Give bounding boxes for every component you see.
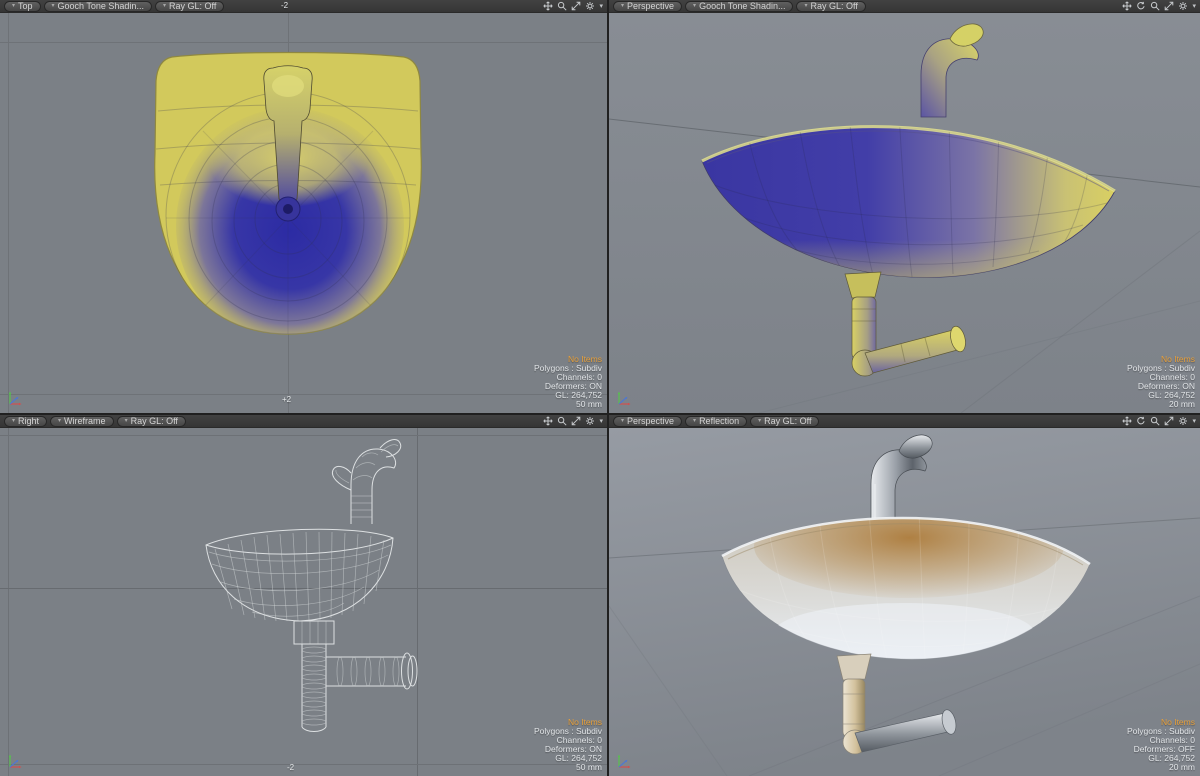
viewport-header: ▾ Right ▾ Wireframe ▾ Ray GL: Off ▾ (0, 415, 607, 428)
shading-selector-label: Gooch Tone Shadin... (57, 0, 144, 11)
wall-flange (401, 652, 413, 690)
raygl-label: Ray GL: Off (168, 0, 217, 11)
view-selector-label: Right (18, 415, 40, 426)
view-selector-label: Perspective (627, 0, 675, 11)
chevron-down-icon[interactable]: ▾ (599, 3, 603, 10)
basin-outline (205, 528, 394, 622)
chevron-down-icon: ▾ (12, 3, 16, 9)
sink-top-view (0, 13, 607, 413)
sink-perspective-gooch-view (609, 13, 1200, 413)
raygl-button[interactable]: ▾ Ray GL: Off (116, 415, 186, 427)
viewport-canvas-perspective-reflection[interactable]: No Items Polygons : Subdiv Channels: 0 D… (609, 428, 1200, 776)
viewport-header: ▾ Top ▾ Gooch Tone Shadin... ▾ Ray GL: O… (0, 0, 607, 13)
pan-icon[interactable] (1122, 1, 1133, 11)
shading-selector-button[interactable]: ▾ Gooch Tone Shadin... (685, 0, 794, 12)
raygl-label: Ray GL: Off (764, 415, 812, 426)
viewport-controls: ▾ (1122, 416, 1196, 426)
viewport-header: ▾ Perspective ▾ Gooch Tone Shadin... ▾ R… (609, 0, 1200, 13)
zoom-icon[interactable] (1150, 416, 1161, 426)
viewport-canvas-right[interactable]: No Items Polygons : Subdiv Channels: 0 D… (0, 428, 607, 776)
chevron-down-icon: ▾ (621, 3, 625, 9)
view-selector-button[interactable]: ▾ Perspective (613, 415, 683, 427)
chevron-down-icon: ▾ (58, 418, 62, 424)
raygl-button[interactable]: ▾ Ray GL: Off (154, 0, 225, 12)
raygl-label: Ray GL: Off (810, 0, 858, 11)
viewport-top: ▾ Top ▾ Gooch Tone Shadin... ▾ Ray GL: O… (0, 0, 607, 413)
drain-block (293, 620, 335, 645)
drain (275, 196, 301, 222)
chevron-down-icon: ▾ (124, 418, 128, 424)
pan-icon[interactable] (1122, 416, 1133, 426)
view-selector-label: Top (18, 0, 33, 11)
faucet (350, 448, 397, 524)
shading-selector-label: Wireframe (64, 415, 106, 426)
maximize-icon[interactable] (571, 1, 581, 11)
shading-selector-button[interactable]: ▾ Reflection (685, 415, 748, 427)
viewport-perspective-gooch: ▾ Perspective ▾ Gooch Tone Shadin... ▾ R… (609, 0, 1200, 413)
chevron-down-icon[interactable]: ▾ (1192, 3, 1196, 10)
wireframe-mesh (208, 444, 400, 726)
view-selector-button[interactable]: ▾ Right (4, 415, 48, 427)
chevron-down-icon: ▾ (621, 418, 625, 424)
chevron-down-icon[interactable]: ▾ (1192, 418, 1196, 425)
settings-icon[interactable] (1178, 416, 1188, 426)
viewport-canvas-perspective-gooch[interactable]: No Items Polygons : Subdiv Channels: 0 D… (609, 13, 1200, 413)
chevron-down-icon: ▾ (693, 3, 697, 9)
viewport-canvas-top[interactable]: No Items Polygons : Subdiv Channels: 0 D… (0, 13, 607, 413)
zoom-icon[interactable] (557, 416, 568, 426)
zoom-icon[interactable] (557, 1, 568, 11)
shading-selector-label: Gooch Tone Shadin... (699, 0, 786, 11)
chevron-down-icon: ▾ (51, 3, 55, 9)
viewport-perspective-reflection: ▾ Perspective ▾ Reflection ▾ Ray GL: Off… (609, 415, 1200, 776)
maximize-icon[interactable] (1164, 1, 1174, 11)
settings-icon[interactable] (1178, 1, 1188, 11)
view-selector-button[interactable]: ▾ Top (4, 0, 41, 12)
settings-icon[interactable] (585, 416, 595, 426)
sink-wireframe-view (0, 428, 607, 776)
viewport-header: ▾ Perspective ▾ Reflection ▾ Ray GL: Off… (609, 415, 1200, 428)
rotate-icon[interactable] (1136, 1, 1146, 11)
chevron-down-icon: ▾ (758, 418, 762, 424)
sink-rendered-view (609, 428, 1200, 776)
chevron-down-icon: ▾ (162, 3, 166, 9)
view-selector-label: Perspective (627, 415, 675, 426)
chevron-down-icon[interactable]: ▾ (599, 418, 603, 425)
view-selector-button[interactable]: ▾ Perspective (613, 0, 683, 12)
chevron-down-icon: ▾ (693, 418, 697, 424)
rotate-icon[interactable] (1136, 416, 1146, 426)
shading-selector-label: Reflection (699, 415, 740, 426)
viewport-right: ▾ Right ▾ Wireframe ▾ Ray GL: Off ▾ -2 N… (0, 415, 607, 776)
raygl-button[interactable]: ▾ Ray GL: Off (750, 415, 820, 427)
shading-selector-button[interactable]: ▾ Wireframe (50, 415, 114, 427)
modeling-app-quad-view: { "colors": { "gooch_blue": "#3534a4", "… (0, 0, 1200, 776)
settings-icon[interactable] (585, 1, 595, 11)
chevron-down-icon: ▾ (804, 3, 808, 9)
viewport-controls: ▾ (1122, 1, 1196, 11)
viewport-controls: ▾ (543, 416, 603, 426)
pan-icon[interactable] (543, 1, 554, 11)
viewport-controls: ▾ (543, 1, 603, 11)
zoom-icon[interactable] (1150, 1, 1161, 11)
maximize-icon[interactable] (571, 416, 581, 426)
pan-icon[interactable] (543, 416, 554, 426)
shading-selector-button[interactable]: ▾ Gooch Tone Shadin... (43, 0, 152, 12)
raygl-button[interactable]: ▾ Ray GL: Off (796, 0, 866, 12)
maximize-icon[interactable] (1164, 416, 1174, 426)
chevron-down-icon: ▾ (12, 418, 16, 424)
raygl-label: Ray GL: Off (130, 415, 178, 426)
